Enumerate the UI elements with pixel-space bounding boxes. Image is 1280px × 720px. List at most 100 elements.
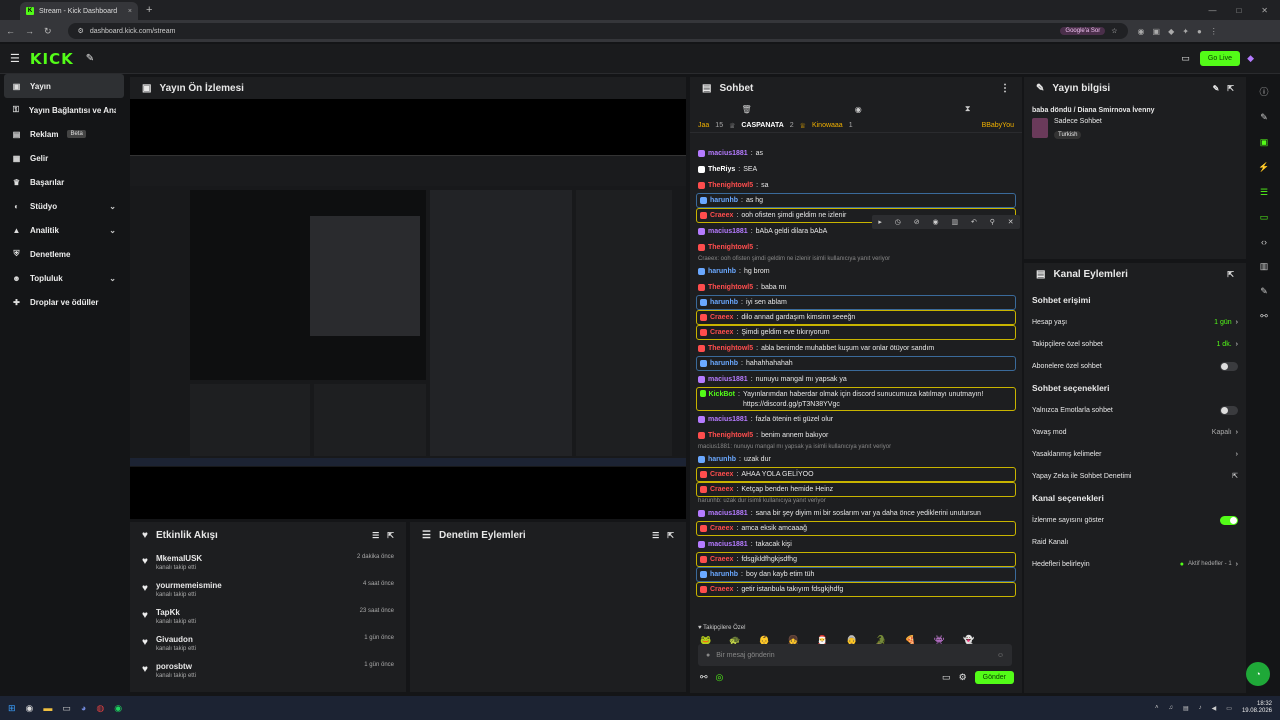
hourglass-icon[interactable]: ⧗ bbox=[965, 104, 971, 114]
chat-message[interactable]: harunhb: hahahhahahah bbox=[696, 356, 1016, 371]
chat-username[interactable]: macius1881 bbox=[708, 541, 748, 548]
chat-username[interactable]: Thenightowl5 bbox=[708, 244, 753, 251]
pin-icon[interactable]: ⚲ bbox=[990, 218, 995, 226]
edit-icon[interactable]: ✎ bbox=[1260, 112, 1268, 123]
sidebar-item-analitik[interactable]: ▲ Analitik ⌄ bbox=[0, 218, 128, 242]
chat-username[interactable]: Craeex bbox=[710, 314, 733, 321]
chat-message[interactable]: harunhb: as hg bbox=[696, 193, 1016, 208]
edit-icon[interactable]: ✎ bbox=[1213, 84, 1220, 93]
popout-icon[interactable]: ⇱ bbox=[667, 531, 674, 540]
clock[interactable]: 18:32 19.08.2026 bbox=[1242, 701, 1272, 715]
chat-input[interactable]: ● Bir mesaj gönderin ☺ bbox=[698, 644, 1012, 666]
chat-message[interactable]: Thenightowl5: benim annem bakıyor bbox=[690, 427, 1022, 443]
chat-message[interactable]: KickBot: Yayınlarımdan haberdar olmak içi… bbox=[696, 387, 1016, 411]
popout-icon[interactable]: ⇱ bbox=[1227, 270, 1234, 279]
slow-mode-row[interactable]: Yavaş mod Kapalı › bbox=[1024, 421, 1246, 443]
sidebar-item-denetleme[interactable]: ⛨ Denetleme bbox=[0, 242, 128, 266]
filter-icon[interactable]: ☰ bbox=[372, 531, 379, 540]
site-info-icon[interactable]: ⚙ bbox=[78, 27, 84, 35]
sidebar-item-gelir[interactable]: ▦ Gelir bbox=[0, 146, 128, 170]
goals-row[interactable]: Hedefleri belirleyin ● Aktif hedefler - 1 › bbox=[1024, 553, 1246, 575]
sidebar-item-stream-key[interactable]: ⚿Yayın Bağlantısı ve Anahtarı bbox=[0, 98, 128, 122]
hamburger-icon[interactable]: ☰ bbox=[10, 52, 20, 65]
popout-icon[interactable]: ⇱ bbox=[1227, 84, 1234, 93]
maximize-button[interactable]: □ bbox=[1236, 6, 1241, 15]
chat-message[interactable]: Craeex: dilo annad gardaşım kimsinn seeeğ… bbox=[696, 310, 1016, 325]
category-name[interactable]: Sadece Sohbet bbox=[1054, 118, 1102, 125]
chat-message[interactable]: harunhb: hg brom bbox=[690, 263, 1022, 279]
chat-username[interactable]: KickBot bbox=[709, 390, 735, 400]
bubble-icon[interactable]: ◉ bbox=[855, 105, 862, 114]
sidebar-item-studyo[interactable]: ◐ Stüdyo ⌄ bbox=[0, 194, 128, 218]
new-tab-button[interactable]: + bbox=[146, 4, 152, 16]
url-field[interactable]: ⚙ dashboard.kick.com/stream Google'a Sor… bbox=[67, 23, 1128, 39]
chat-message[interactable]: Craeex: Şimdi geldim eve tıkırıyorum bbox=[696, 325, 1016, 340]
kick-logo[interactable]: KICK bbox=[30, 50, 74, 68]
chat-username[interactable]: macius1881 bbox=[708, 416, 748, 423]
chat-username[interactable]: Craeex bbox=[710, 586, 733, 593]
shield-extension-icon[interactable]: ◆ bbox=[1168, 27, 1174, 36]
chat-username[interactable]: harunhb bbox=[710, 197, 738, 204]
chat-message[interactable]: Thenightowl5: abla benimde muhabbet kuşum… bbox=[690, 340, 1022, 356]
browser-tab[interactable]: K Stream - Kick Dashboard × bbox=[20, 2, 138, 20]
chat-username[interactable]: harunhb bbox=[710, 299, 738, 306]
send-button[interactable]: Gönder bbox=[974, 671, 1014, 684]
code-icon[interactable]: ‹› bbox=[1261, 237, 1267, 247]
chat-username[interactable]: TheRiys bbox=[708, 166, 735, 173]
minimize-button[interactable]: — bbox=[1208, 6, 1216, 15]
chat-username[interactable]: Thenightowl5 bbox=[708, 345, 753, 352]
chat-message[interactable]: Craeex: fdsgjkldfhgkjsdfhg bbox=[696, 552, 1016, 567]
clock-icon[interactable]: ◷ bbox=[895, 218, 901, 226]
chat-username[interactable]: Thenightowl5 bbox=[708, 182, 753, 189]
account-age-row[interactable]: Hesap yaşı 1 gün › bbox=[1024, 311, 1246, 333]
chat-message[interactable]: Thenightowl5: bbox=[690, 239, 1022, 255]
popout-icon[interactable]: ⇱ bbox=[387, 531, 394, 540]
chat-bubble-icon[interactable]: ▭ bbox=[942, 672, 951, 683]
chat-message[interactable]: Craeex: AHAA YOLA GELİYOO bbox=[696, 467, 1016, 482]
chat-message[interactable]: Craeex: Ketçap benden hemide Heinz bbox=[696, 482, 1016, 497]
go-live-button[interactable]: Go Live bbox=[1199, 51, 1240, 66]
banned-words-row[interactable]: Yasaklanmış kelimeler › bbox=[1024, 443, 1246, 465]
chat-message[interactable]: Thenightowl5: sa bbox=[690, 177, 1022, 193]
chat-username[interactable]: macius1881 bbox=[708, 376, 748, 383]
chat-icon[interactable]: ▭ bbox=[1260, 212, 1269, 223]
mic-icon[interactable]: ♪ bbox=[1199, 705, 1202, 711]
chat-message[interactable]: macius1881: nunuyu mangal mı yapsak ya bbox=[690, 371, 1022, 387]
trash-icon[interactable]: 🗑 bbox=[742, 105, 752, 114]
extension-icon[interactable]: ▣ bbox=[1153, 27, 1161, 36]
support-chat-button[interactable]: ◔ bbox=[1246, 662, 1270, 686]
subs-only-toggle[interactable] bbox=[1220, 361, 1238, 371]
chat-username[interactable]: Craeex bbox=[710, 525, 733, 532]
chat-username[interactable]: Craeex bbox=[710, 556, 733, 563]
sidebar-item-droplar[interactable]: ✚ Droplar ve ödüller bbox=[0, 290, 128, 314]
viewer-count-toggle[interactable] bbox=[1220, 515, 1238, 525]
volume-icon[interactable]: ◀ bbox=[1212, 705, 1217, 712]
profile-avatar[interactable]: ● bbox=[1197, 27, 1202, 36]
followers-only-row[interactable]: Takipçilere özel sohbet 1 dk. › bbox=[1024, 333, 1246, 355]
copy-icon[interactable]: ▥ bbox=[951, 218, 958, 226]
lightning-icon[interactable]: ⚡ bbox=[1258, 162, 1269, 173]
chat-username[interactable]: Thenightowl5 bbox=[708, 284, 753, 291]
chat-message[interactable]: harunhb: uzak dur bbox=[690, 451, 1022, 467]
chat-username[interactable]: macius1881 bbox=[708, 150, 748, 157]
chevron-up-icon[interactable]: ˄ bbox=[1155, 705, 1159, 711]
raid-row[interactable]: Raid Kanalı bbox=[1024, 531, 1246, 553]
filter-icon[interactable]: ☰ bbox=[652, 531, 659, 540]
tab-close-icon[interactable]: × bbox=[128, 8, 132, 15]
reply-icon[interactable]: ◉ bbox=[933, 218, 939, 226]
windows-start-icon[interactable]: ⊞ bbox=[8, 703, 16, 714]
google-sor-button[interactable]: Google'a Sor bbox=[1060, 27, 1106, 35]
discord-icon[interactable]: ◕ bbox=[81, 703, 86, 713]
chat-message[interactable]: macius1881: fazla ötenin eti güzel olur bbox=[690, 411, 1022, 427]
chat-message[interactable]: macius1881: as bbox=[690, 145, 1022, 161]
chat-username[interactable]: Craeex bbox=[710, 212, 733, 219]
back-icon[interactable]: ← bbox=[6, 26, 15, 36]
emote-only-toggle[interactable] bbox=[1220, 405, 1238, 415]
video-icon[interactable]: ▣ bbox=[1260, 137, 1269, 148]
sidebar-item-topluluk[interactable]: ☻ Topluluk ⌄ bbox=[0, 266, 128, 290]
chat-username[interactable]: Thenightowl5 bbox=[708, 432, 753, 439]
wrench-icon[interactable]: ✎ bbox=[1260, 286, 1268, 297]
sidebar-item-yayin[interactable]: ▣ Yayın bbox=[4, 74, 124, 98]
chat-message[interactable]: macius1881: takacak kişi bbox=[690, 536, 1022, 552]
menu-dots-icon[interactable]: ⋮ bbox=[1210, 27, 1218, 36]
